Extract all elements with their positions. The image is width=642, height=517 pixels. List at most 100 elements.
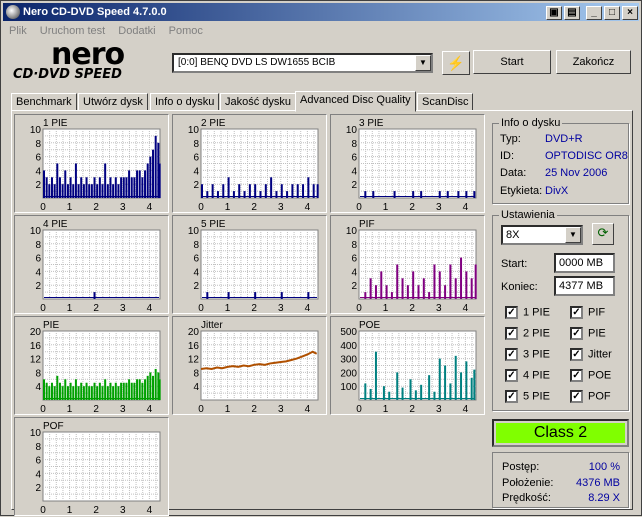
data-bar: [106, 386, 109, 400]
data-bar: [146, 163, 149, 198]
chart-title: 4 PIE: [43, 219, 68, 230]
y-tick-label: 2: [351, 281, 357, 292]
checkmark-icon: ✓: [505, 327, 518, 340]
data-bar: [296, 184, 299, 198]
checkbox-jitter[interactable]: ✓ Jitter: [570, 348, 612, 361]
x-tick-label: 4: [463, 303, 469, 314]
data-bar: [66, 386, 69, 400]
menu-help[interactable]: Pomoc: [165, 22, 207, 40]
y-tick-label: 6: [351, 254, 357, 265]
checkbox-pif[interactable]: ✓ PIF: [570, 306, 605, 319]
tab-create-disc[interactable]: Utwórz dysk: [78, 93, 148, 111]
data-bar: [133, 177, 136, 198]
nero-logo: nero CD·DVD SPEED: [13, 37, 161, 85]
data-bar: [470, 278, 473, 299]
start-button[interactable]: Start: [473, 50, 551, 74]
settings-group: Ustawienia 8X ▼ ⟳ Start: 0000 MB Koniec:…: [492, 209, 629, 411]
y-tick-label: 200: [340, 368, 357, 379]
data-bar: [96, 386, 99, 400]
refresh-speed-button[interactable]: ⟳: [592, 223, 614, 245]
y-tick-label: 10: [188, 125, 200, 136]
data-bar: [120, 177, 123, 198]
x-tick-label: 4: [463, 404, 469, 415]
data-bar: [382, 386, 385, 400]
data-bar: [146, 375, 149, 400]
data-bar: [80, 382, 83, 400]
tab-benchmark[interactable]: Benchmark: [11, 93, 77, 111]
data-bar: [82, 386, 85, 400]
y-tick-label: 8: [193, 240, 199, 251]
data-bar: [64, 379, 67, 400]
y-tick-label: 10: [30, 428, 42, 439]
data-bar: [222, 184, 225, 198]
chart-3-pie: 3 PIE 2 4 6 8 10 0 1 2 3 4: [330, 114, 485, 213]
chart-svg: 4 PIE 2 4 6 8 10 0 1 2 3 4: [30, 219, 161, 314]
data-bar: [422, 278, 425, 299]
x-tick-label: 3: [120, 303, 126, 314]
data-bar: [420, 384, 423, 400]
menu-file[interactable]: Plik: [5, 22, 31, 40]
data-bar: [128, 379, 131, 400]
checkbox-5pie[interactable]: ✓ 5 PIE: [505, 390, 550, 403]
tab-disc-quality[interactable]: Jakość dysku: [220, 93, 297, 111]
start-input[interactable]: 0000 MB: [554, 253, 615, 273]
checkbox-3pie[interactable]: ✓ 3 PIE: [505, 348, 550, 361]
chart-pif: PIF 2 4 6 8 10 0 1 2 3 4: [330, 215, 485, 314]
chevron-down-icon[interactable]: ▼: [415, 55, 431, 71]
data-bar: [45, 382, 48, 400]
x-tick-label: 3: [436, 303, 442, 314]
data-bar: [154, 368, 157, 400]
data-bar: [396, 372, 399, 400]
chart-title: 1 PIE: [43, 118, 68, 129]
checkmark-icon: ✓: [570, 390, 583, 403]
data-bar: [125, 382, 128, 400]
data-bar: [85, 382, 88, 400]
x-tick-label: 2: [409, 202, 415, 213]
chevron-down-icon[interactable]: ▼: [565, 227, 581, 243]
checkbox-2pie[interactable]: ✓ 2 PIE: [505, 327, 550, 340]
minimize-button[interactable]: _: [586, 6, 602, 20]
checkmark-icon: ✓: [570, 348, 583, 361]
data-bar: [141, 177, 144, 198]
checkmark-icon: ✓: [570, 306, 583, 319]
maximize-button[interactable]: □: [604, 6, 620, 20]
checkbox-1pie[interactable]: ✓ 1 PIE: [505, 306, 550, 319]
baseline-bar: [44, 196, 159, 197]
speed-select[interactable]: 8X ▼: [501, 225, 583, 245]
data-bar: [211, 184, 214, 198]
y-tick-label: 10: [346, 125, 358, 136]
data-bar: [85, 177, 88, 198]
x-tick-label: 3: [436, 202, 442, 213]
tab-disc-info[interactable]: Info o dysku: [150, 93, 220, 111]
checkbox-poe[interactable]: ✓ POE: [570, 369, 611, 382]
exit-button[interactable]: Zakończ: [556, 50, 631, 74]
y-tick-label: 16: [30, 341, 42, 352]
baseline-bar: [44, 297, 159, 298]
checkbox-pof[interactable]: ✓ POF: [570, 390, 611, 403]
drive-select[interactable]: [0:0] BENQ DVD LS DW1655 BCIB ▼: [172, 53, 433, 73]
position-value: 4376 MB: [575, 477, 620, 489]
title-bar[interactable]: Nero CD-DVD Speed 4.7.0.0 ▣ ▤ _ □ ×: [3, 3, 639, 21]
data-bar: [50, 382, 53, 400]
data-bar: [158, 163, 161, 198]
data-bar: [61, 184, 64, 198]
checkbox-4pie[interactable]: ✓ 4 PIE: [505, 369, 550, 382]
data-bar: [69, 382, 72, 400]
y-tick-label: 100: [340, 382, 357, 393]
checkbox-pie[interactable]: ✓ PIE: [570, 327, 606, 340]
compact-view-icon[interactable]: ▣: [546, 6, 562, 20]
end-input[interactable]: 4377 MB: [554, 276, 615, 296]
data-bar: [66, 184, 69, 198]
baseline-bar: [202, 196, 317, 197]
speed-label: Prędkość:: [502, 492, 551, 504]
tab-advanced-disc-quality[interactable]: Advanced Disc Quality: [295, 91, 416, 112]
tab-scandisc[interactable]: ScanDisc: [417, 93, 474, 111]
close-button[interactable]: ×: [622, 6, 638, 20]
chart-svg: POE 100 200 300 400 500 0 1 2 3 4: [340, 320, 477, 415]
drive-info-button[interactable]: ⚡: [442, 51, 470, 75]
y-tick-label: 8: [35, 442, 41, 453]
save-icon[interactable]: ▤: [564, 6, 580, 20]
checkmark-icon: ✓: [505, 369, 518, 382]
window-title: Nero CD-DVD Speed 4.7.0.0: [23, 6, 167, 18]
x-tick-label: 0: [198, 303, 204, 314]
